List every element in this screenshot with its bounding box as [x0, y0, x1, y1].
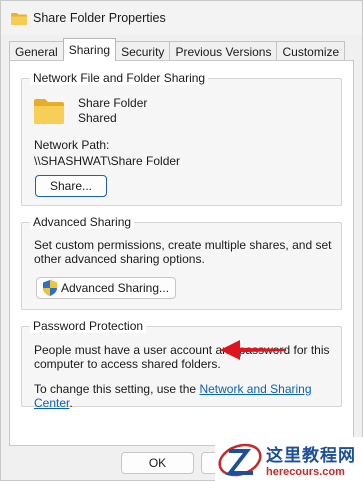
password-protection-description: People must have a user account and pass… — [34, 343, 330, 371]
watermark-cn-text: 这里教程网 — [266, 446, 356, 466]
site-watermark: 这里教程网 herecours.com — [215, 437, 363, 481]
change-setting-text: To change this setting, use the Network … — [34, 382, 334, 410]
share-button[interactable]: Share... — [35, 175, 107, 197]
tab-strip: General Sharing Security Previous Versio… — [9, 38, 346, 61]
uac-shield-icon — [42, 280, 57, 296]
advanced-sharing-group: Advanced Sharing Set custom permissions,… — [21, 215, 342, 310]
group-legend: Network File and Folder Sharing — [30, 71, 209, 85]
network-sharing-group: Network File and Folder Sharing Share Fo… — [21, 71, 342, 206]
group-legend: Password Protection — [30, 319, 147, 333]
folder-icon — [34, 98, 64, 124]
tab-general[interactable]: General — [9, 41, 64, 61]
red-arrow-icon — [220, 340, 286, 360]
folder-name: Share Folder — [78, 96, 148, 110]
window-title: Share Folder Properties — [33, 11, 166, 25]
ok-button[interactable]: OK — [121, 452, 194, 474]
change-setting-prefix: To change this setting, use the — [34, 382, 200, 396]
tab-sharing[interactable]: Sharing — [62, 38, 117, 61]
advanced-sharing-description: Set custom permissions, create multiple … — [34, 238, 332, 266]
password-protection-group: Password Protection People must have a u… — [21, 319, 342, 410]
watermark-logo-icon — [218, 443, 262, 476]
tab-previous-versions[interactable]: Previous Versions — [169, 41, 278, 61]
tab-customize[interactable]: Customize — [276, 41, 346, 61]
network-path-label: Network Path: — [34, 138, 110, 152]
watermark-url-text: herecours.com — [266, 466, 345, 478]
advanced-sharing-button[interactable]: Advanced Sharing... — [36, 277, 176, 299]
group-legend: Advanced Sharing — [30, 215, 135, 229]
change-setting-suffix: . — [69, 396, 73, 410]
tab-security[interactable]: Security — [115, 41, 171, 61]
properties-window: Share Folder Properties General Sharing … — [0, 0, 363, 481]
folder-icon — [11, 12, 27, 25]
share-status: Shared — [78, 111, 117, 125]
advanced-sharing-label: Advanced Sharing... — [60, 281, 170, 295]
title-bar: Share Folder Properties — [1, 1, 362, 35]
network-path-value: \\SHASHWAT\Share Folder — [34, 154, 181, 168]
sharing-panel: Network File and Folder Sharing Share Fo… — [9, 60, 354, 446]
